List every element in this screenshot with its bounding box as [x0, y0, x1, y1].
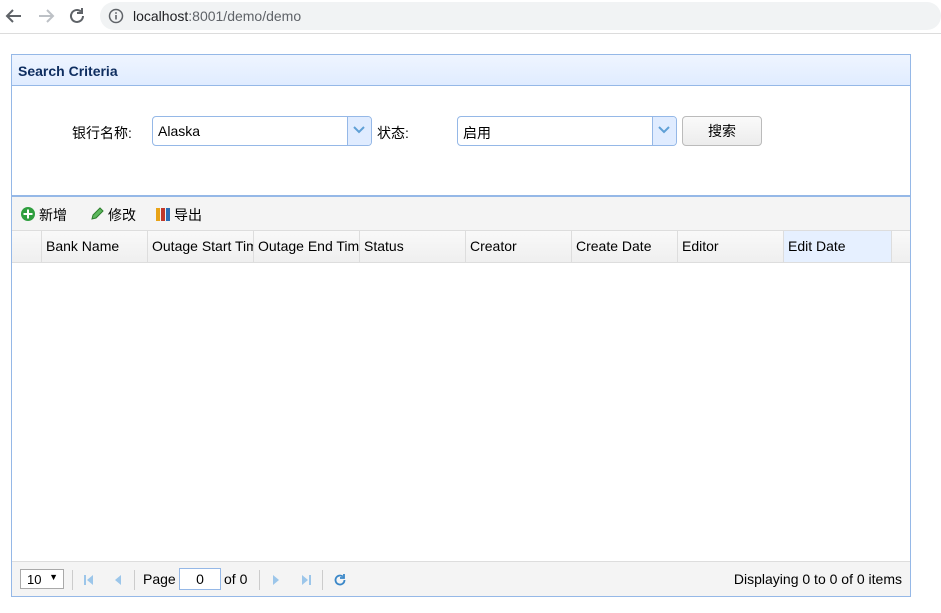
- grid-toolbar: 新增 修改 导出: [12, 197, 910, 231]
- status-label: 状态:: [377, 125, 409, 141]
- export-icon: [155, 206, 171, 222]
- dropdown-triangle-icon: ▼: [49, 572, 58, 582]
- column-header-creator[interactable]: Creator: [466, 231, 572, 262]
- edit-label: 修改: [108, 207, 136, 223]
- bank-name-combobox[interactable]: Alaska: [152, 116, 372, 146]
- column-header-bank-name[interactable]: Bank Name: [42, 231, 148, 262]
- column-header-outage-end[interactable]: Outage End Time: [254, 231, 360, 262]
- page-total-label: of 0: [224, 571, 248, 587]
- pencil-icon: [89, 206, 105, 222]
- bank-name-value: Alaska: [158, 123, 201, 139]
- column-header-status[interactable]: Status: [360, 231, 466, 262]
- grid-body: [12, 263, 910, 561]
- next-page-icon[interactable]: [268, 572, 284, 588]
- url-path: :8001/demo/demo: [188, 8, 302, 24]
- status-dropdown-arrow[interactable]: [652, 117, 676, 145]
- export-label: 导出: [174, 207, 202, 223]
- chevron-down-icon: [353, 126, 365, 134]
- previous-page-icon[interactable]: [110, 572, 126, 588]
- first-page-icon[interactable]: [81, 572, 97, 588]
- panel-header: Search Criteria: [12, 55, 910, 86]
- status-combobox[interactable]: 启用: [457, 116, 677, 146]
- back-arrow-icon[interactable]: [4, 6, 24, 26]
- pager-separator: [259, 570, 260, 590]
- browser-toolbar: localhost:8001/demo/demo: [0, 0, 941, 34]
- grid-pager: 10 ▼ Page 0 of 0 Displaying 0 to 0 of 0 …: [12, 561, 910, 596]
- search-criteria-panel: Search Criteria 银行名称: Alaska 状态: 启用 搜索: [11, 54, 911, 196]
- pager-separator: [322, 570, 323, 590]
- page-label: Page: [143, 571, 176, 587]
- address-bar[interactable]: localhost:8001/demo/demo: [100, 2, 941, 30]
- forward-arrow-icon[interactable]: [36, 6, 56, 26]
- url-host: localhost: [133, 8, 189, 24]
- pager-display-info: Displaying 0 to 0 of 0 items: [733, 571, 902, 587]
- grid-header: Bank Name Outage Start Time Outage End T…: [12, 231, 910, 263]
- column-header-editor[interactable]: Editor: [678, 231, 784, 262]
- pager-separator: [72, 570, 73, 590]
- add-label: 新增: [39, 207, 67, 223]
- bank-dropdown-arrow[interactable]: [347, 117, 371, 145]
- last-page-icon[interactable]: [298, 572, 314, 588]
- row-number-header: [12, 231, 42, 262]
- page-number-input[interactable]: 0: [179, 568, 221, 590]
- bank-name-label: 银行名称:: [72, 125, 132, 141]
- reload-icon[interactable]: [67, 6, 87, 26]
- status-value: 启用: [463, 125, 491, 141]
- url-text: localhost:8001/demo/demo: [133, 8, 301, 24]
- refresh-icon[interactable]: [332, 572, 348, 588]
- column-header-create-date[interactable]: Create Date: [572, 231, 678, 262]
- search-button[interactable]: 搜索: [682, 116, 762, 146]
- info-icon[interactable]: [108, 8, 124, 24]
- panel-title: Search Criteria: [18, 63, 118, 79]
- chevron-down-icon: [658, 126, 670, 134]
- pager-separator: [134, 570, 135, 590]
- page-size-select[interactable]: 10 ▼: [20, 569, 64, 589]
- data-grid: 新增 修改 导出 Bank Name Outage Start Time Out…: [11, 196, 911, 597]
- page-size-value: 10: [27, 572, 42, 587]
- column-header-edit-date[interactable]: Edit Date: [784, 231, 892, 262]
- column-header-outage-start[interactable]: Outage Start Time: [148, 231, 254, 262]
- plus-circle-icon: [20, 206, 36, 222]
